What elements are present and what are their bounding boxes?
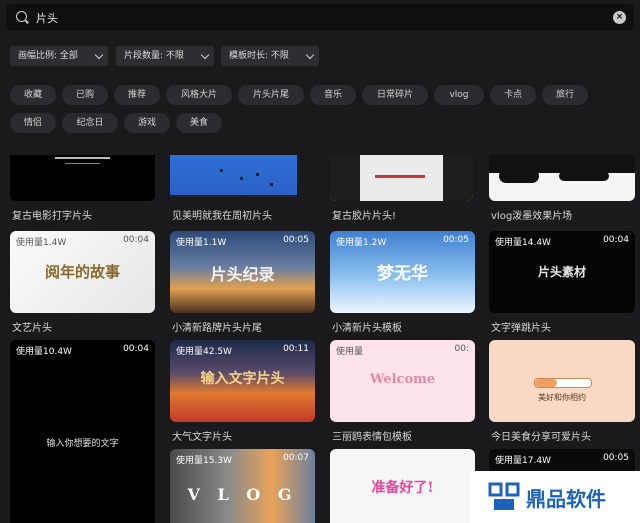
tag-chip[interactable]: 情侣 xyxy=(10,113,56,133)
aspect-ratio-dropdown[interactable]: 画幅比例: 全部 xyxy=(10,46,108,66)
template-thumbnail: 使用量42.5W 00:11 输入文字片头 xyxy=(170,340,315,422)
tag-chip[interactable]: 纪念日 xyxy=(62,113,118,133)
search-bar: × xyxy=(6,4,634,30)
tag-chip[interactable]: 片头片尾 xyxy=(238,85,304,105)
template-thumbnail: 使用量 00: Welcome xyxy=(330,340,475,422)
template-title: 今日美食分享可爱片头 xyxy=(491,432,591,443)
duration: 00:04 xyxy=(603,235,629,245)
duration-dropdown[interactable]: 模板时长: 不限 xyxy=(221,46,319,66)
usage-count: 使用量1.1W xyxy=(176,238,227,248)
template-thumbnail: 美好和你相约 xyxy=(489,340,635,422)
template-title: 小清新片头模板 xyxy=(332,323,402,334)
template-title: 复古电影打字片头 xyxy=(12,211,92,222)
duration-label: 模板时长: 不限 xyxy=(229,51,289,61)
template-thumbnail xyxy=(330,155,473,201)
duration: 00:05 xyxy=(283,235,309,245)
search-icon xyxy=(16,11,27,22)
duration: 00:05 xyxy=(443,235,469,245)
template-title: 大气文字片头 xyxy=(172,432,232,443)
chevron-down-icon xyxy=(94,50,104,60)
usage-count: 使用量10.4W xyxy=(16,347,72,357)
template-art-text: 片头素材 xyxy=(537,265,586,279)
template-thumbnail: 使用量1.1W 00:05 片头纪录 xyxy=(170,231,315,313)
template-art-text: 准备好了! xyxy=(371,480,434,496)
template-thumbnail: 使用量14.4W 00:04 片头素材 xyxy=(489,231,635,313)
template-title: 小清新路牌片头片尾 xyxy=(172,323,262,334)
template-title: 三丽鸥表情包模板 xyxy=(332,432,412,443)
aspect-ratio-label: 画幅比例: 全部 xyxy=(18,51,78,61)
clip-count-label: 片段数量: 不限 xyxy=(124,51,184,61)
usage-count: 使用量1.2W xyxy=(336,238,387,248)
tag-chip[interactable]: 卡点 xyxy=(490,85,536,105)
template-title: 文艺片头 xyxy=(12,323,52,334)
template-art-text: Welcome xyxy=(369,372,436,387)
usage-count: 使用量42.5W xyxy=(176,347,232,357)
usage-count: 使用量17.4W xyxy=(495,456,551,466)
tag-chip[interactable]: 音乐 xyxy=(310,85,356,105)
template-art-text: V L O G xyxy=(187,485,298,504)
tag-chip[interactable]: 收藏 xyxy=(10,85,56,105)
template-art-text: 片头纪录 xyxy=(210,265,275,284)
template-thumbnail: 使用量1.2W 00:05 梦无华 xyxy=(330,231,475,313)
usage-count: 使用量 xyxy=(336,347,364,357)
template-title: 文字弹跳片头 xyxy=(491,323,551,334)
template-art-text: 美好和你相约 xyxy=(538,393,586,402)
template-thumbnail: 准备好了! xyxy=(330,449,475,523)
clip-count-dropdown[interactable]: 片段数量: 不限 xyxy=(116,46,214,66)
watermark: 鼎品软件 xyxy=(470,471,640,523)
duration: 00:04 xyxy=(123,344,149,354)
duration: 00: xyxy=(454,344,469,354)
template-art-text: 输入文字片头 xyxy=(200,371,285,387)
template-title: 复古胶片片头! xyxy=(332,211,397,222)
template-thumbnail xyxy=(10,155,155,201)
duration: 00:05 xyxy=(603,453,629,463)
tag-chip[interactable]: 日常碎片 xyxy=(362,85,428,105)
template-thumbnail: 使用量10.4W 00:04 输入你想要的文字 xyxy=(10,340,155,523)
template-art-text: 阅年的故事 xyxy=(44,263,120,281)
template-thumbnail: 使用量15.3W 00:07 V L O G xyxy=(170,449,315,523)
brand-logo-icon xyxy=(488,482,520,510)
search-input[interactable] xyxy=(34,7,598,29)
tag-chip[interactable]: 推荐 xyxy=(114,85,160,105)
template-title: 见美明就我在周初片头 xyxy=(172,211,272,222)
tag-chip[interactable]: 美食 xyxy=(176,113,222,133)
usage-count: 使用量15.3W xyxy=(176,456,232,466)
template-thumbnail xyxy=(170,155,297,201)
template-thumbnail: 使用量1.4W 00:04 阅年的故事 xyxy=(10,231,155,313)
tag-chip[interactable]: 游戏 xyxy=(124,113,170,133)
template-title: vlog泼墨效果片场 xyxy=(491,211,573,222)
duration: 00:04 xyxy=(123,235,149,245)
chevron-down-icon xyxy=(200,50,210,60)
template-art-text: 梦无华 xyxy=(377,264,428,284)
template-art-text: 输入你想要的文字 xyxy=(46,439,119,449)
tag-chip[interactable]: 旅行 xyxy=(542,85,588,105)
tag-chip[interactable]: vlog xyxy=(434,85,484,105)
duration: 00:07 xyxy=(283,453,309,463)
clear-icon[interactable]: × xyxy=(613,11,626,24)
duration: 00:11 xyxy=(283,344,309,354)
watermark-text: 鼎品软件 xyxy=(526,487,606,511)
usage-count: 使用量14.4W xyxy=(495,238,551,248)
tag-chip[interactable]: 风格大片 xyxy=(166,85,232,105)
template-thumbnail xyxy=(489,155,635,201)
tag-chip[interactable]: 已购 xyxy=(62,85,108,105)
usage-count: 使用量1.4W xyxy=(16,238,67,248)
chevron-down-icon xyxy=(305,50,315,60)
